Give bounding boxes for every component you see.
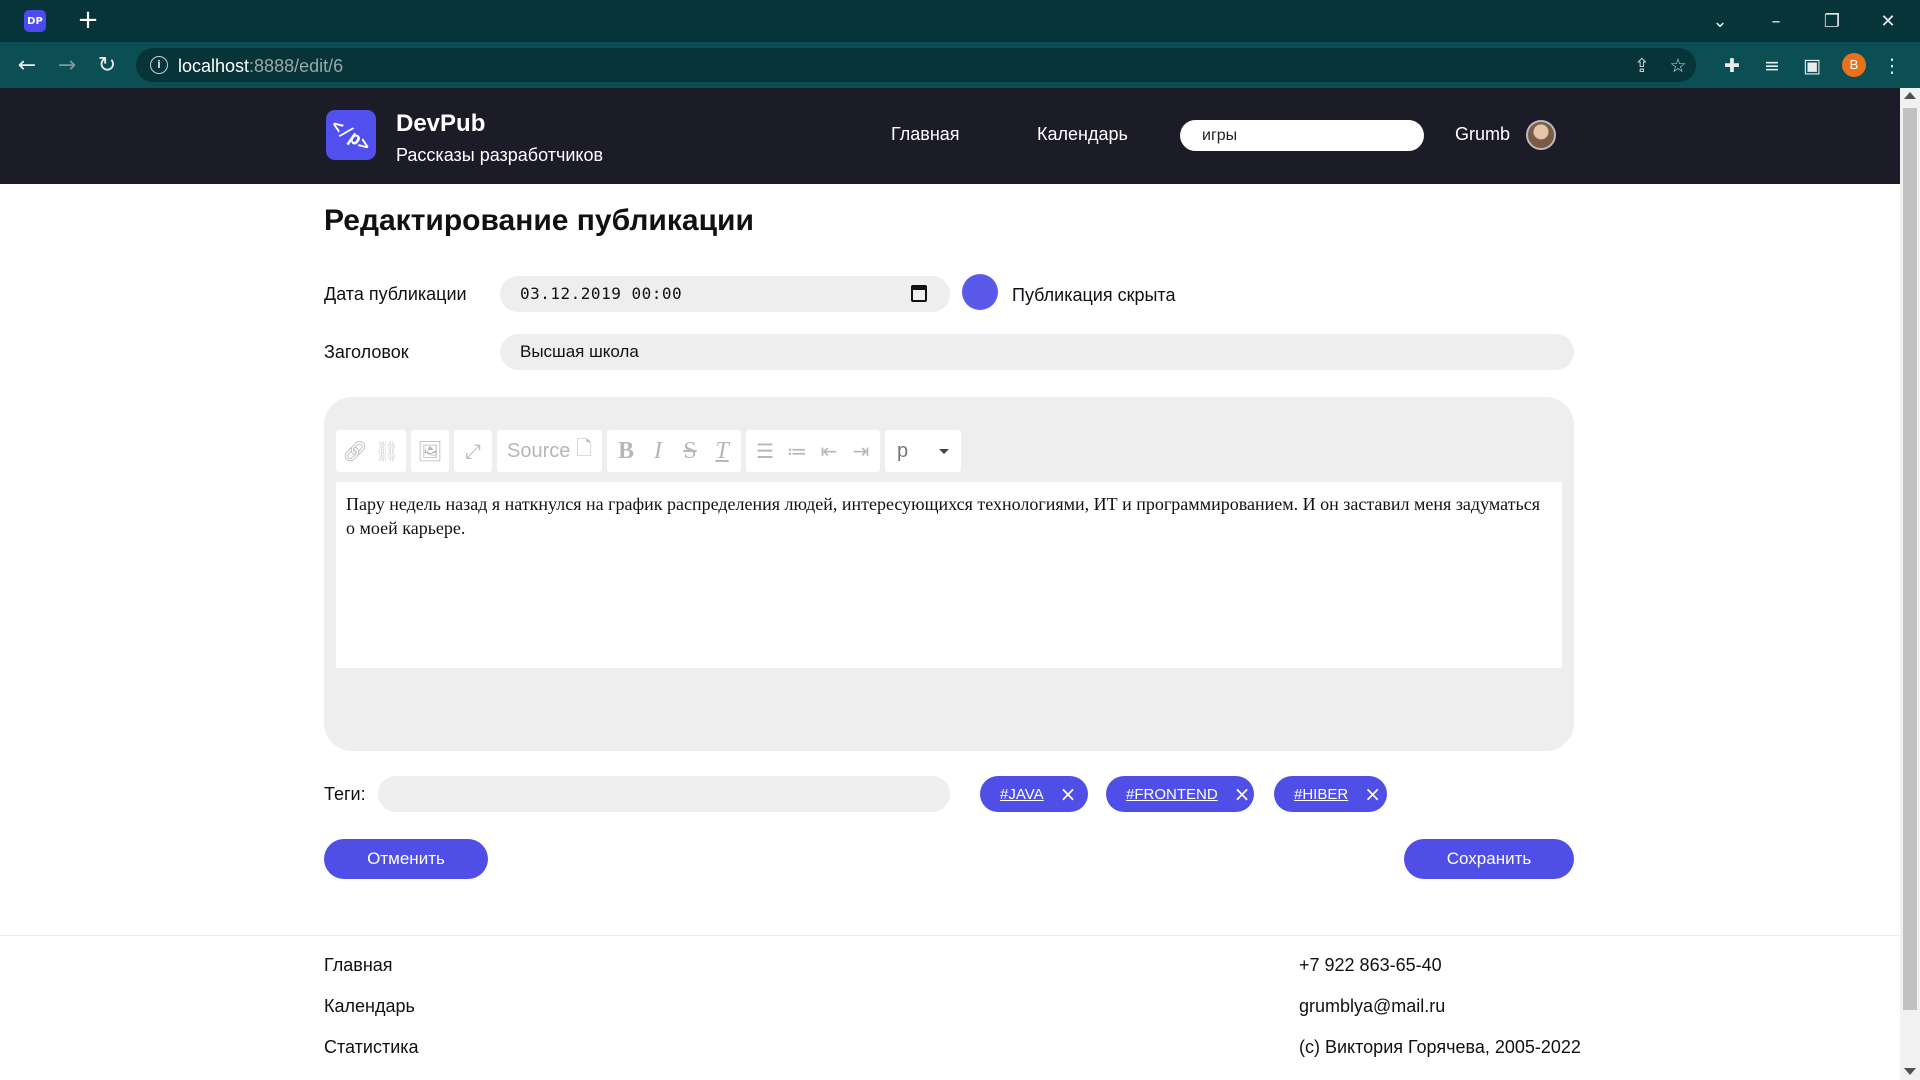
tags-label: Теги: <box>324 784 366 804</box>
menu-dots-icon[interactable]: ⋮ <box>1880 54 1904 78</box>
link-icon[interactable]: 🔗︎ <box>340 434 370 468</box>
forward-button[interactable]: → <box>52 50 82 80</box>
reload-button[interactable]: ↻ <box>92 50 122 80</box>
footer-link-home[interactable]: Главная <box>324 955 393 976</box>
browser-toolbar: ← → ↻ i localhost:8888/edit/6 ⇪ ☆ ✚ ≡ ▣ … <box>0 42 1920 88</box>
scroll-down-arrow-icon[interactable] <box>1904 1068 1916 1075</box>
caret-down-icon <box>939 448 950 454</box>
unlink-icon[interactable]: ⛓ <box>372 434 402 468</box>
tag-chip: #FRONTEND × <box>1106 776 1254 812</box>
share-icon[interactable]: ⇪ <box>1630 54 1654 78</box>
cancel-button[interactable]: Отменить <box>324 839 488 879</box>
url-path: :8888/edit/6 <box>249 56 344 76</box>
remove-tag-icon[interactable]: × <box>1234 782 1251 806</box>
tag-chip-label[interactable]: #FRONTEND <box>1126 786 1218 803</box>
plus-icon: + <box>77 5 99 35</box>
url-host: localhost <box>178 56 250 76</box>
source-button[interactable]: Source 🗋 <box>501 434 598 468</box>
date-label: Дата публикации <box>324 284 467 304</box>
reload-icon: ↻ <box>97 52 117 78</box>
footer-email[interactable]: grumblya@mail.ru <box>1299 996 1445 1017</box>
tab-search-button[interactable]: ⌄ <box>1692 0 1748 42</box>
restore-icon: ❐ <box>1823 10 1841 32</box>
toolbar-group-image: 🖼︎ <box>411 430 449 472</box>
title-label: Заголовок <box>324 342 409 362</box>
remove-format-icon[interactable]: T <box>707 434 737 468</box>
calendar-icon[interactable] <box>911 285 927 302</box>
new-tab-button[interactable]: + <box>74 6 102 34</box>
page-title: Редактирование публикации <box>324 204 754 237</box>
footer-copyright: (с) Виктория Горячева, 2005-2022 <box>1299 1037 1581 1057</box>
strikethrough-icon[interactable]: S <box>675 434 705 468</box>
url-text[interactable]: localhost:8888/edit/6 <box>178 56 343 77</box>
outdent-icon[interactable]: ⇤ <box>814 434 844 468</box>
side-panel-icon[interactable]: ▣ <box>1800 54 1824 78</box>
toolbar-group-links: 🔗︎ ⛓ <box>336 430 406 472</box>
remove-tag-icon[interactable]: × <box>1060 782 1077 806</box>
close-window-button[interactable]: ✕ <box>1860 0 1916 42</box>
restore-button[interactable]: ❐ <box>1804 0 1860 42</box>
date-input[interactable]: 03.12.2019 00:00 <box>500 276 950 312</box>
toolbar-group-format: B I S T <box>607 430 742 472</box>
tags-input[interactable] <box>378 776 950 812</box>
tab-favicon[interactable]: DP <box>24 10 46 32</box>
editor-toolbar: 🔗︎ ⛓ 🖼︎ ⤢ Source 🗋 B I S T ☰ ≔ ⇤ ⇥ p <box>336 430 962 472</box>
source-label: Source <box>507 439 571 462</box>
tag-chip: #HIBER × <box>1274 776 1387 812</box>
editor-body[interactable]: Пару недель назад я наткнулся на график … <box>336 482 1562 668</box>
page: DP + ⌄ – ❐ ✕ ← → ↻ i localhost:8888/edit… <box>0 0 1920 1080</box>
footer-phone: +7 922 863-65-40 <box>1299 955 1442 975</box>
bulleted-list-icon[interactable]: ☰ <box>750 434 780 468</box>
paragraph-format-select[interactable]: p <box>885 430 962 472</box>
italic-icon[interactable]: I <box>643 434 673 468</box>
title-input[interactable]: Высшая школа <box>500 334 1574 370</box>
source-file-icon: 🗋 <box>575 438 593 460</box>
minimize-button[interactable]: – <box>1748 0 1804 42</box>
format-select-value: p <box>897 439 909 462</box>
nav-link-home[interactable]: Главная <box>891 124 960 145</box>
minimize-icon: – <box>1771 10 1781 32</box>
indent-icon[interactable]: ⇥ <box>846 434 876 468</box>
image-icon[interactable]: 🖼︎ <box>415 434 445 468</box>
site-header: </p> DevPub Рассказы разработчиков Главн… <box>0 88 1900 184</box>
save-button[interactable]: Сохранить <box>1404 839 1574 879</box>
toolbar-group-source: Source 🗋 <box>497 430 603 472</box>
visibility-label: Публикация скрыта <box>1012 285 1176 305</box>
bookmark-star-icon[interactable]: ☆ <box>1666 54 1690 78</box>
scroll-up-arrow-icon[interactable] <box>1904 92 1916 99</box>
browser-tab-bar: DP + ⌄ – ❐ ✕ <box>0 0 1920 42</box>
remove-tag-icon[interactable]: × <box>1364 782 1381 806</box>
footer-link-calendar[interactable]: Календарь <box>324 996 415 1017</box>
user-avatar[interactable] <box>1526 120 1556 150</box>
tag-chip-label[interactable]: #HIBER <box>1294 786 1348 803</box>
address-bar[interactable]: i localhost:8888/edit/6 ⇪ ☆ <box>136 48 1696 82</box>
bold-icon[interactable]: B <box>611 434 641 468</box>
footer-divider <box>0 935 1900 936</box>
search-input[interactable] <box>1180 120 1424 151</box>
scrollbar-thumb[interactable] <box>1903 108 1917 1010</box>
arrow-right-icon: → <box>57 52 77 78</box>
fullscreen-icon[interactable]: ⤢ <box>458 434 488 468</box>
tag-chip-label[interactable]: #JAVA <box>1000 786 1044 803</box>
extensions-icon[interactable]: ✚ <box>1720 54 1744 78</box>
toolbar-group-lists: ☰ ≔ ⇤ ⇥ <box>746 430 881 472</box>
brand-name[interactable]: DevPub <box>396 110 485 138</box>
profile-avatar[interactable]: B <box>1842 53 1866 77</box>
username[interactable]: Grumb <box>1455 124 1510 145</box>
tag-chip: #JAVA × <box>980 776 1088 812</box>
toolbar-group-fullscreen: ⤢ <box>454 430 492 472</box>
nav-link-calendar[interactable]: Календарь <box>1037 124 1128 145</box>
brand-tagline: Рассказы разработчиков <box>396 145 604 165</box>
media-control-icon[interactable]: ≡ <box>1760 54 1784 78</box>
logo-text: </p> <box>327 113 375 157</box>
arrow-left-icon: ← <box>17 52 37 78</box>
numbered-list-icon[interactable]: ≔ <box>782 434 812 468</box>
footer-link-stats[interactable]: Статистика <box>324 1037 419 1058</box>
close-icon: ✕ <box>1880 10 1896 32</box>
site-info-icon[interactable]: i <box>150 56 168 74</box>
logo[interactable]: </p> <box>326 110 376 160</box>
chevron-down-icon: ⌄ <box>1712 10 1728 32</box>
back-button[interactable]: ← <box>12 50 42 80</box>
visibility-toggle[interactable] <box>962 274 998 310</box>
